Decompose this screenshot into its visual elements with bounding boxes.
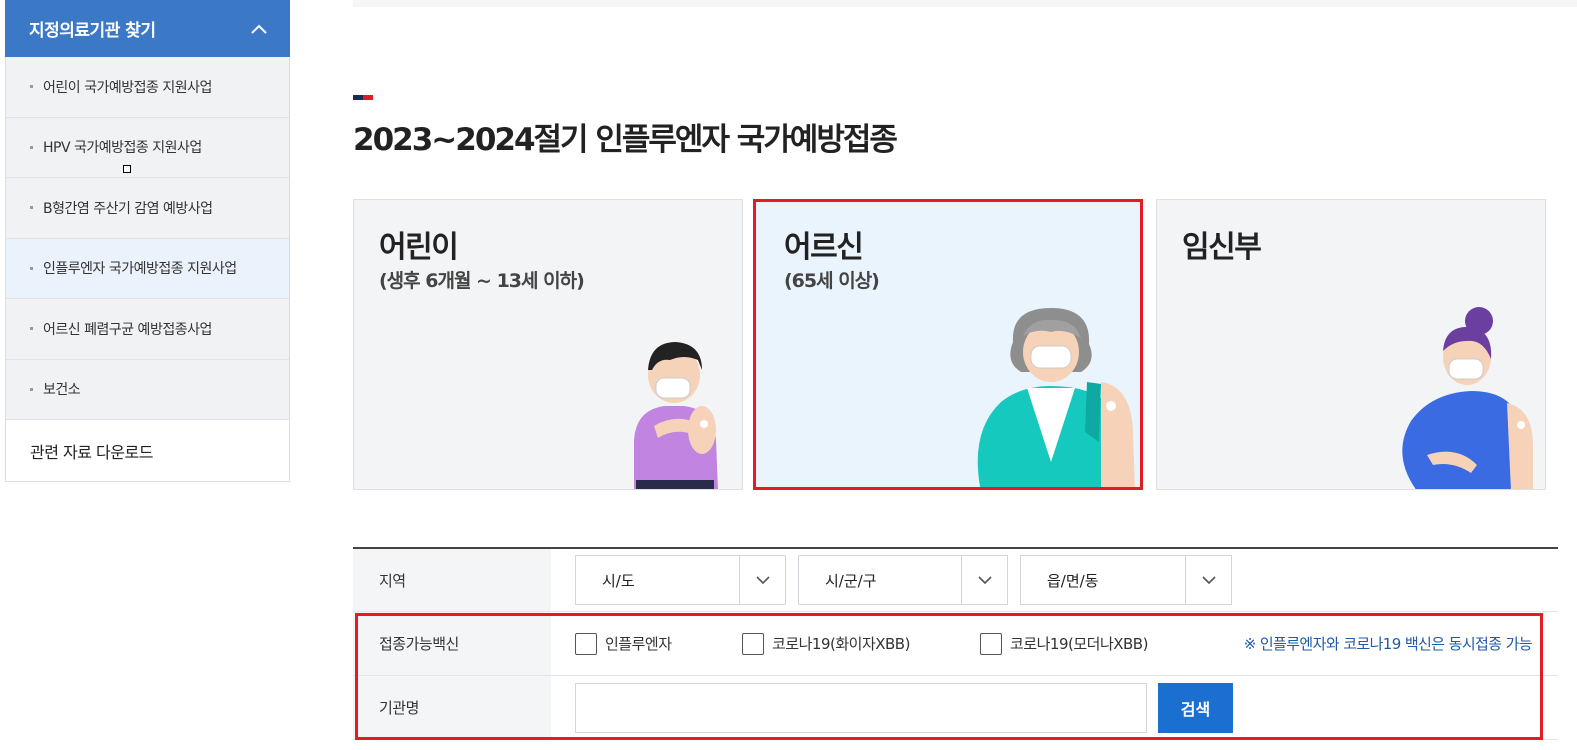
top-strip: [353, 0, 1577, 7]
sidebar-menu: 어린이 국가예방접종 지원사업 HPV 국가예방접종 지원사업 B형간염 주산기…: [5, 57, 290, 420]
sidebar-item-label: 인플루엔자 국가예방접종 지원사업: [43, 261, 237, 278]
sidebar: 지정의료기관 찾기 어린이 국가예방접종 지원사업 HPV 국가예방접종 지원사…: [5, 0, 290, 482]
checkbox-icon[interactable]: [742, 632, 764, 655]
card-subtitle: (65세 이상): [784, 270, 880, 292]
sidebar-item-label: 보건소: [43, 382, 81, 399]
sidebar-item-label: 어르신 폐렴구균 예방접종사업: [43, 321, 212, 338]
checkbox-icon[interactable]: [575, 632, 597, 655]
institution-label: 기관명: [353, 676, 551, 739]
chevron-down-icon: [1201, 575, 1216, 584]
bullet-icon: [30, 387, 33, 391]
vaccine-checkbox-pfizer-xbb[interactable]: 코로나19(화이자XBB): [742, 632, 980, 655]
bullet-icon: [30, 85, 33, 89]
child-illustration-icon: [634, 342, 718, 489]
vaccine-option-label: 인플루엔자: [605, 635, 672, 653]
sidebar-item-label: 어린이 국가예방접종 지원사업: [43, 79, 212, 96]
search-button[interactable]: 검색: [1158, 682, 1233, 733]
sidebar-header-label: 지정의료기관 찾기: [29, 21, 156, 41]
city-select-value: 시/군/구: [825, 571, 877, 590]
city-select[interactable]: 시/군/구: [798, 555, 1008, 605]
bullet-icon: [30, 266, 33, 270]
vaccine-option-label: 코로나19(모더나XBB): [1010, 635, 1148, 653]
vaccine-label: 접종가능백신: [353, 612, 551, 675]
card-child[interactable]: 어린이 (생후 6개월 ~ 13세 이하): [353, 199, 743, 490]
town-select[interactable]: 읍/면/동: [1020, 555, 1232, 605]
sidebar-item-pneumococcal[interactable]: 어르신 폐렴구균 예방접종사업: [6, 299, 289, 360]
checkbox-icon[interactable]: [980, 632, 1002, 655]
sidebar-item-hpv-vaccination[interactable]: HPV 국가예방접종 지원사업: [6, 118, 289, 178]
sidebar-item-health-center[interactable]: 보건소: [6, 360, 289, 420]
card-title: 어린이: [379, 230, 459, 265]
card-pregnant[interactable]: 임신부: [1156, 199, 1546, 490]
senior-illustration-icon: [977, 308, 1135, 487]
sidebar-item-influenza[interactable]: 인플루엔자 국가예방접종 지원사업: [6, 238, 289, 299]
sidebar-download-link[interactable]: 관련 자료 다운로드: [5, 420, 290, 482]
pregnant-illustration-icon: [1402, 307, 1533, 489]
sidebar-header[interactable]: 지정의료기관 찾기: [5, 0, 290, 57]
sidebar-item-hepatitis-b[interactable]: B형간염 주산기 감염 예방사업: [6, 178, 289, 239]
page-title: 2023~2024절기 인플루엔자 국가예방접종: [353, 122, 898, 158]
mouse-cursor-icon: [123, 164, 131, 173]
province-select[interactable]: 시/도: [575, 555, 786, 605]
chevron-up-icon: [251, 24, 267, 34]
vaccine-note: ※ 인플루엔자와 코로나19 백신은 동시접종 가능: [1243, 635, 1533, 653]
chevron-down-icon: [755, 575, 770, 584]
title-mark-icon: [353, 95, 373, 100]
region-row: 지역 시/도 시/군/구 읍/면/동: [353, 549, 1558, 612]
institution-name-input[interactable]: [575, 682, 1147, 733]
sidebar-download-label: 관련 자료 다운로드: [30, 442, 153, 462]
province-select-value: 시/도: [602, 571, 635, 590]
vaccine-checkbox-moderna-xbb[interactable]: 코로나19(모더나XBB): [980, 632, 1148, 655]
vaccine-row: 접종가능백신 인플루엔자 코로나19(화이자XBB) 코로나19(모더나XBB)…: [353, 612, 1558, 676]
card-title: 어르신: [784, 230, 864, 265]
sidebar-item-label: HPV 국가예방접종 지원사업: [43, 140, 202, 157]
bullet-icon: [30, 145, 33, 149]
search-form: 지역 시/도 시/군/구 읍/면/동 접종가능백신 인플루엔자 코로나19(화이…: [353, 547, 1558, 740]
region-label: 지역: [353, 549, 551, 611]
institution-row: 기관명 검색: [353, 676, 1558, 740]
bullet-icon: [30, 206, 33, 210]
chevron-down-icon: [977, 575, 992, 584]
sidebar-item-child-vaccination[interactable]: 어린이 국가예방접종 지원사업: [6, 57, 289, 118]
card-subtitle: (생후 6개월 ~ 13세 이하): [379, 270, 585, 292]
target-group-cards: 어린이 (생후 6개월 ~ 13세 이하) 어르신 (65세 이상) 임신부: [353, 199, 1546, 490]
town-select-value: 읍/면/동: [1047, 571, 1099, 590]
vaccine-checkbox-influenza[interactable]: 인플루엔자: [575, 632, 742, 655]
sidebar-item-label: B형간염 주산기 감염 예방사업: [43, 200, 213, 217]
card-title: 임신부: [1182, 230, 1262, 265]
bullet-icon: [30, 327, 33, 331]
card-senior[interactable]: 어르신 (65세 이상): [753, 199, 1143, 490]
vaccine-option-label: 코로나19(화이자XBB): [772, 635, 910, 653]
